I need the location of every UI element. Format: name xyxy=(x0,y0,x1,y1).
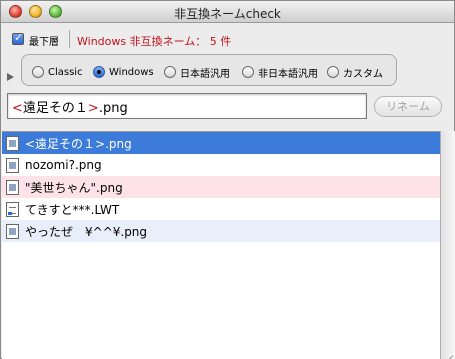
bottom-level-label[interactable]: 最下層 xyxy=(29,33,59,48)
resize-grip-icon[interactable] xyxy=(442,345,454,357)
radio-custom[interactable] xyxy=(327,66,339,78)
app-window: 非互換ネームcheck 最下層 Windows 非互換ネーム： 5 件 Clas… xyxy=(0,0,455,359)
input-open-bracket: < xyxy=(12,101,23,116)
charset-radio-group: Classic Windows 日本語汎用 非日本語汎用 カスタム xyxy=(21,54,397,86)
file-name: <遠足その１>.png xyxy=(25,136,132,151)
radio-option-classic[interactable]: Classic xyxy=(32,65,83,79)
radio-label-japanese[interactable]: 日本語汎用 xyxy=(180,65,230,80)
radio-option-non-japanese[interactable]: 非日本語汎用 xyxy=(242,65,318,80)
bottom-level-checkbox[interactable] xyxy=(12,31,24,45)
window-title: 非互換ネームcheck xyxy=(174,7,281,21)
file-list: <遠足その１>.png nozomi?.png "美世ちゃん".png てきすと… xyxy=(2,131,455,359)
file-row[interactable]: <遠足その１>.png xyxy=(2,132,440,154)
input-core-text: 遠足その１ xyxy=(22,101,88,116)
file-name: nozomi?.png xyxy=(25,158,102,172)
radio-label-non-japanese[interactable]: 非日本語汎用 xyxy=(258,65,318,80)
file-name: やったぜ ¥^^¥.png xyxy=(25,224,148,239)
radio-label-windows[interactable]: Windows xyxy=(109,67,154,78)
input-close-bracket: > xyxy=(87,101,99,116)
toolbar-divider xyxy=(69,30,70,48)
radio-japanese[interactable] xyxy=(164,66,176,78)
rename-input[interactable]: <遠足その１>.png xyxy=(7,93,367,119)
radio-label-custom[interactable]: カスタム xyxy=(343,65,383,80)
file-name: てきすと***.LWT xyxy=(25,202,120,217)
radio-windows[interactable] xyxy=(93,66,105,78)
rename-button[interactable]: リネーム xyxy=(374,96,442,117)
radio-option-windows[interactable]: Windows xyxy=(93,65,154,79)
disclosure-triangle-icon[interactable] xyxy=(7,73,14,81)
toolbar: 最下層 Windows 非互換ネーム： 5 件 xyxy=(1,27,454,51)
vertical-scrollbar[interactable] xyxy=(440,131,455,359)
file-row[interactable]: てきすと***.LWT xyxy=(2,198,440,220)
radio-label-classic[interactable]: Classic xyxy=(48,67,83,78)
file-row[interactable]: "美世ちゃん".png xyxy=(2,176,440,198)
image-file-icon xyxy=(6,135,19,151)
input-suffix-text: .png xyxy=(98,101,128,116)
image-file-icon xyxy=(6,223,19,239)
title-bar[interactable]: 非互換ネームcheck xyxy=(1,1,454,23)
radio-non-japanese[interactable] xyxy=(242,66,254,78)
image-file-icon xyxy=(6,179,19,195)
document-file-icon xyxy=(6,201,19,217)
file-name: "美世ちゃん".png xyxy=(25,180,123,195)
incompatible-count-status: Windows 非互換ネーム： 5 件 xyxy=(77,35,232,48)
radio-classic[interactable] xyxy=(32,66,44,78)
radio-option-custom[interactable]: カスタム xyxy=(327,65,383,80)
file-row[interactable]: やったぜ ¥^^¥.png xyxy=(2,220,440,242)
image-file-icon xyxy=(6,157,19,173)
radio-option-japanese[interactable]: 日本語汎用 xyxy=(164,65,230,80)
file-row[interactable]: nozomi?.png xyxy=(2,154,440,176)
